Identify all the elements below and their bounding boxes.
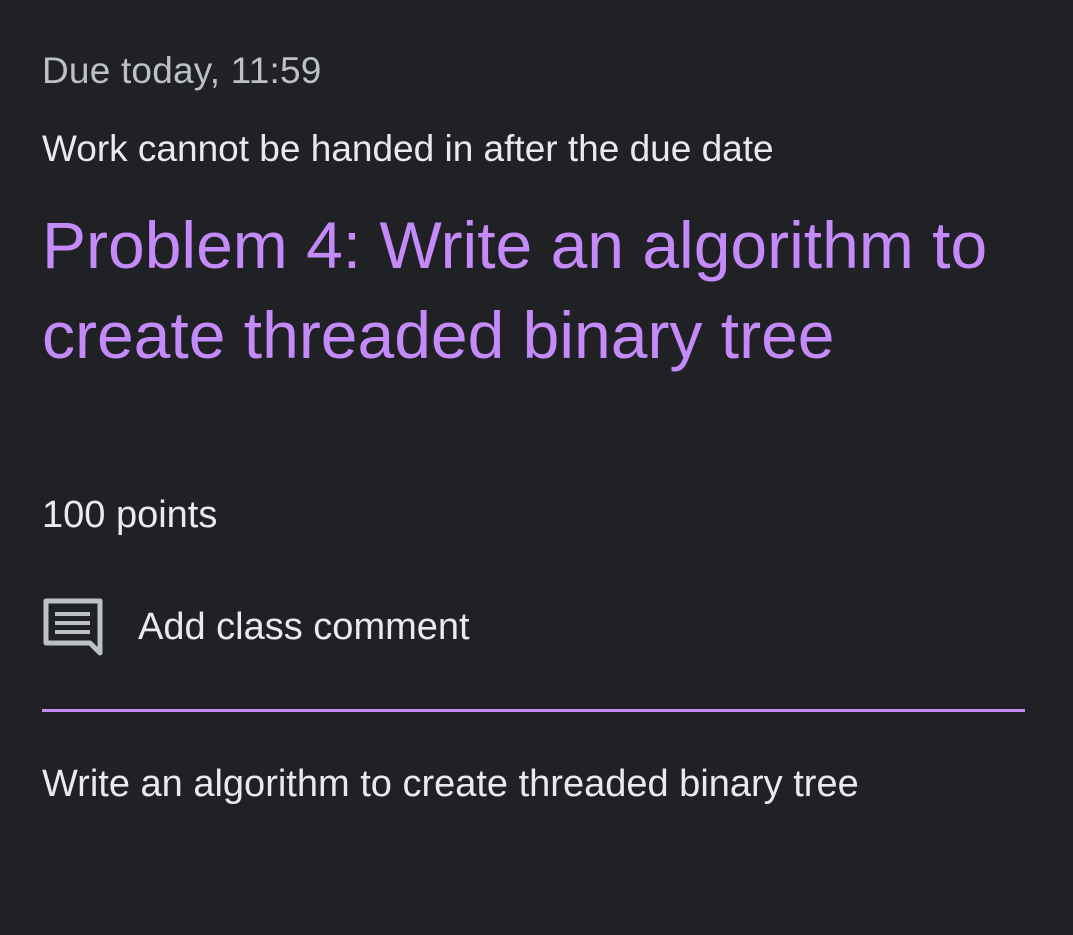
due-date: Due today, 11:59 <box>42 50 322 91</box>
add-class-comment-label: Add class comment <box>138 605 470 648</box>
assignment-description: Write an algorithm to create threaded bi… <box>42 763 859 805</box>
comment-icon <box>40 592 110 662</box>
add-class-comment-button[interactable]: Add class comment <box>40 592 470 662</box>
assignment-title: Problem 4: Write an algorithm to create … <box>42 208 988 372</box>
points-value: 100 points <box>42 494 218 536</box>
assignment-detail: Due today, 11:59 Work cannot be handed i… <box>0 0 1073 935</box>
section-divider <box>42 709 1025 712</box>
late-submission-notice: Work cannot be handed in after the due d… <box>42 128 774 169</box>
